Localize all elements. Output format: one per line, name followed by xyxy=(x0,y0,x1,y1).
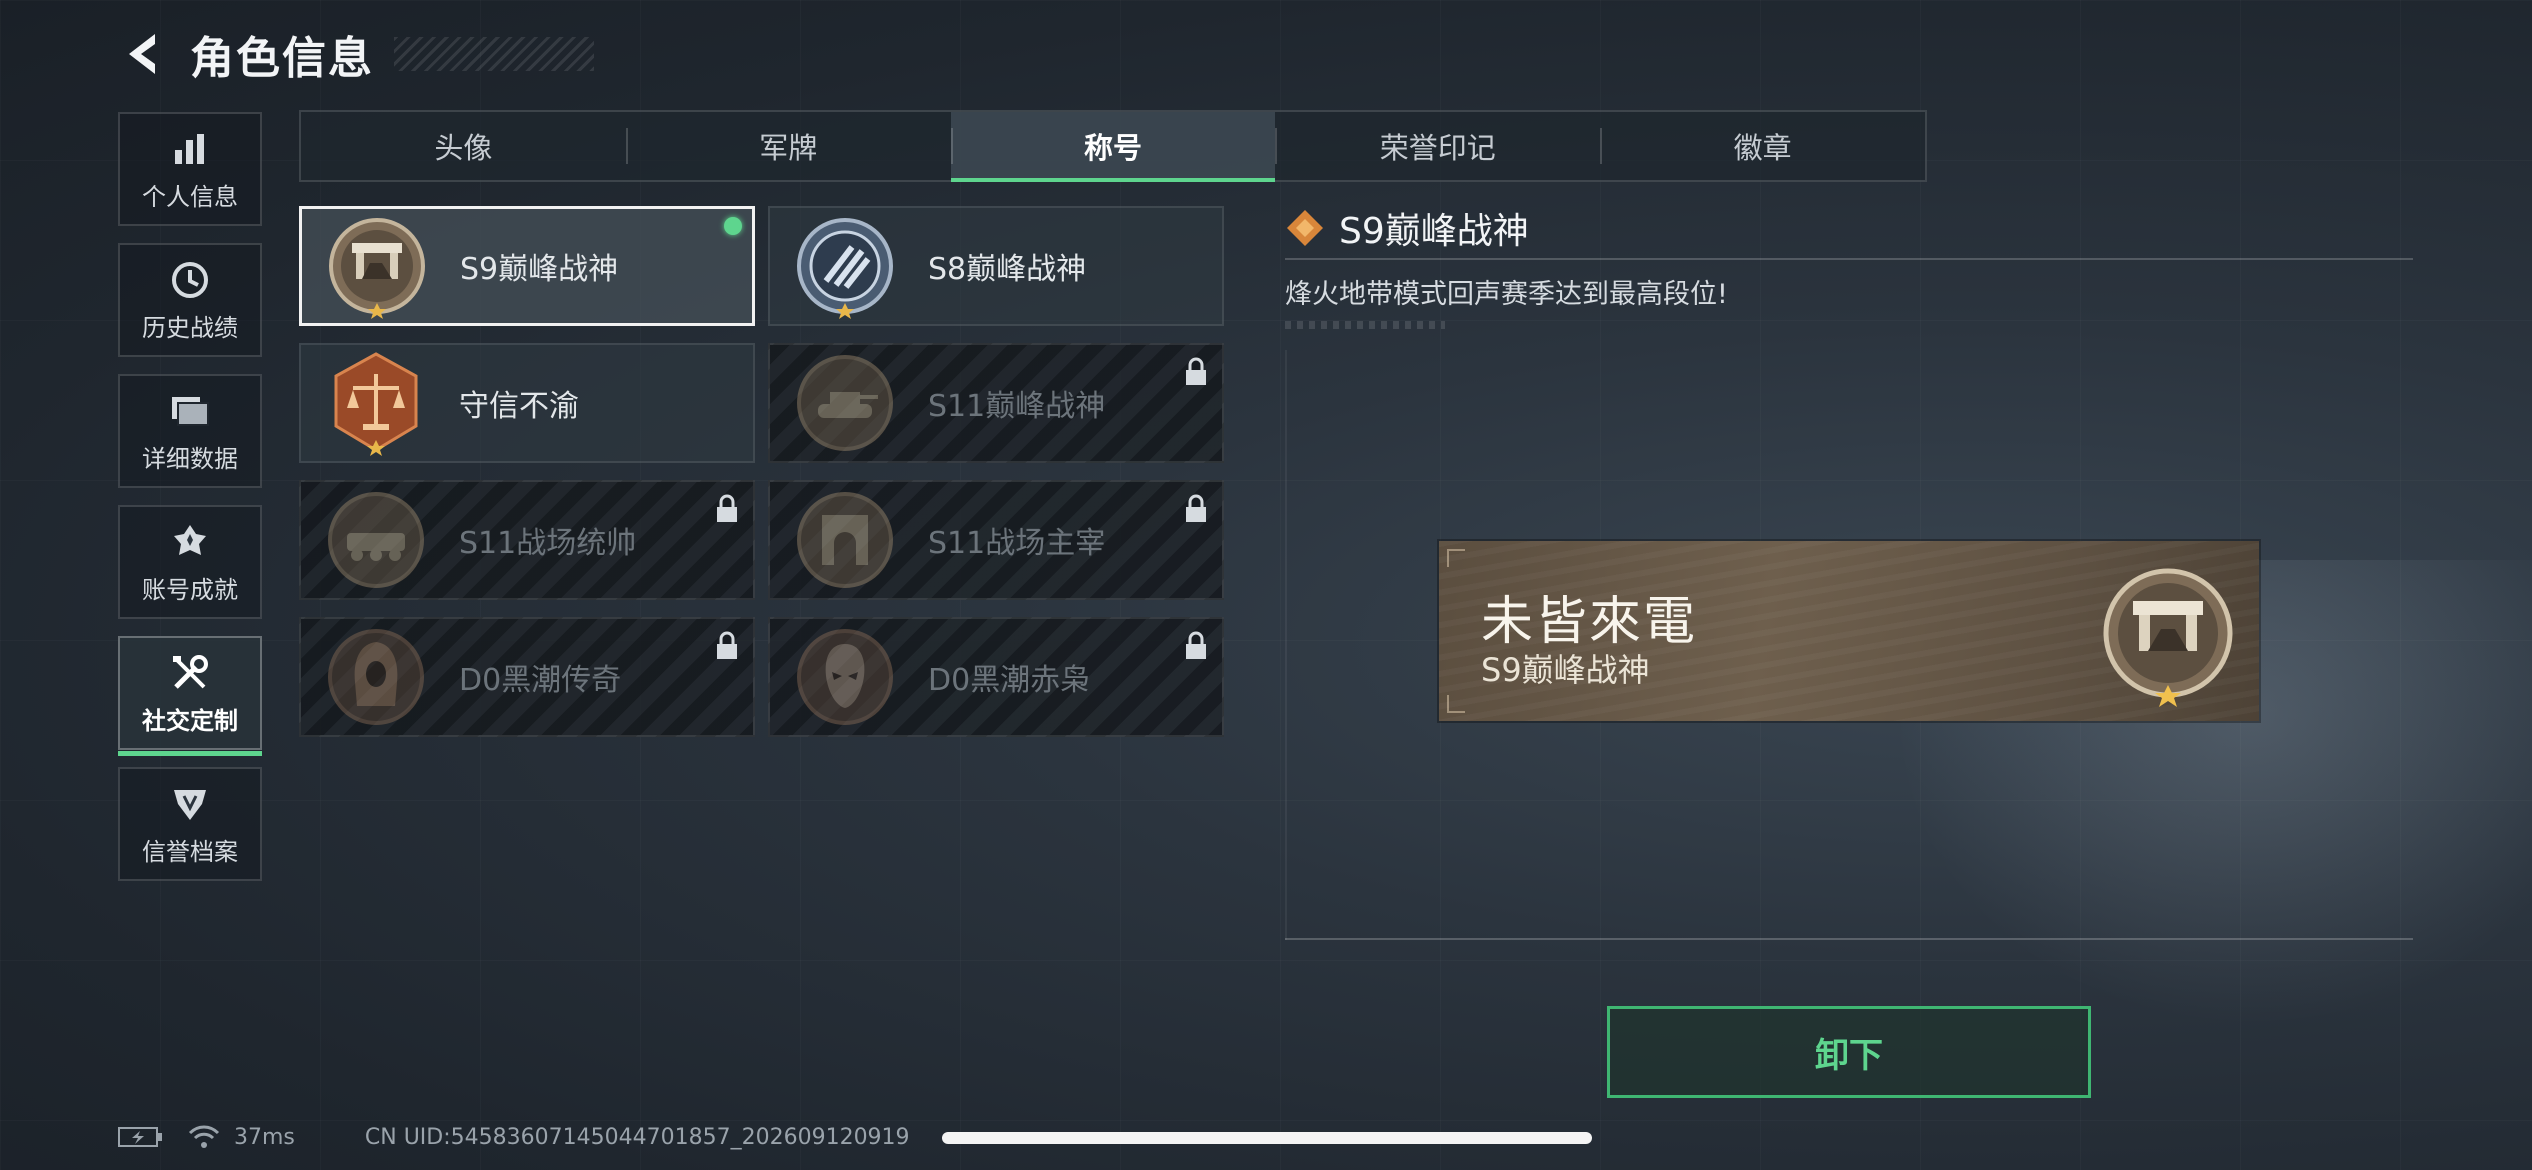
status-bar: 37ms CN UID:545836071450447018​57_202609… xyxy=(118,1120,910,1154)
title-name: S11战场主宰 xyxy=(928,526,1106,561)
sidebar-item-social-custom[interactable]: 社交定制 xyxy=(118,636,262,756)
corner-mark xyxy=(1447,695,1465,713)
sidebar-item-label: 历史战绩 xyxy=(142,313,238,342)
title-name: S9巅峰战神 xyxy=(460,252,619,287)
sidebar-item-personal-info[interactable]: 个人信息 xyxy=(118,112,262,226)
tab-avatar[interactable]: 头像 xyxy=(301,112,626,180)
sidebar-item-label: 社交定制 xyxy=(142,706,238,735)
title-detail-panel: S9巅峰战神 烽火地带模式回声赛季达到最高段位! xyxy=(1285,200,2413,329)
page-header: 角色信息 xyxy=(118,22,594,86)
detail-header: S9巅峰战神 xyxy=(1285,200,2413,256)
achievement-icon xyxy=(168,520,212,564)
back-button[interactable] xyxy=(118,26,168,82)
back-arrow-icon xyxy=(129,34,155,74)
sidebar-item-detailed-data[interactable]: 详细数据 xyxy=(118,374,262,488)
tab-honor-mark[interactable]: 荣誉印记 xyxy=(1275,112,1600,180)
unequip-button[interactable]: 卸下 xyxy=(1607,1006,2091,1098)
emblem-icon xyxy=(168,782,212,826)
title-name: D0黑潮赤枭 xyxy=(928,663,1091,698)
arch-medal-icon xyxy=(797,492,893,588)
lock-icon xyxy=(717,631,737,659)
clock-icon xyxy=(168,258,212,302)
diamond-icon xyxy=(1287,210,1323,246)
ping-value: 37ms xyxy=(234,1124,295,1150)
lock-icon xyxy=(1186,357,1206,385)
apc-medal-icon xyxy=(328,492,424,588)
tab-badge[interactable]: 徽章 xyxy=(1600,112,1925,180)
player-uid: CN UID:545836071450447018​57_20260912091… xyxy=(364,1124,910,1150)
skull-mask-medal-icon xyxy=(797,629,893,725)
equipped-indicator xyxy=(724,217,742,235)
page-title: 角色信息 xyxy=(190,33,374,84)
lock-icon xyxy=(1186,631,1206,659)
title-card[interactable]: S8巅峰战神 xyxy=(768,206,1224,326)
bar-chart-icon xyxy=(168,127,212,171)
title-name: S11巅峰战神 xyxy=(928,389,1106,424)
title-name: S8巅峰战神 xyxy=(928,252,1087,287)
title-card[interactable]: S9巅峰战神 xyxy=(299,206,755,326)
sidebar-item-label: 详细数据 xyxy=(142,444,238,473)
decorative-dashes xyxy=(1285,321,1445,329)
battery-icon xyxy=(118,1127,162,1147)
tank-medal-icon xyxy=(797,355,893,451)
sidebar-item-achievements[interactable]: 账号成就 xyxy=(118,505,262,619)
title-card[interactable]: 守信不渝 xyxy=(299,343,755,463)
folder-icon xyxy=(168,389,212,433)
title-card[interactable]: S11战场主宰 xyxy=(768,480,1224,600)
hooded-figure-medal-icon xyxy=(328,629,424,725)
title-decoration xyxy=(394,37,594,71)
blue-crest-medal-icon xyxy=(797,218,893,319)
tab-bar: 头像 军牌 称号 荣誉印记 徽章 xyxy=(299,110,1927,182)
title-name: D0黑潮传奇 xyxy=(459,663,622,698)
title-name: S11战场统帅 xyxy=(459,526,637,561)
nameplate-preview: 未皆來電 S9巅峰战神 xyxy=(1439,541,2259,721)
sidebar: 个人信息 历史战绩 详细数据 账号成就 社交定制 信誉档案 xyxy=(118,112,266,898)
divider xyxy=(1285,258,2413,260)
sidebar-item-label: 账号成就 xyxy=(142,575,238,604)
scales-medal-icon xyxy=(334,352,418,456)
sidebar-item-label: 信誉档案 xyxy=(142,837,238,866)
monument-medal-icon xyxy=(329,218,425,319)
title-card[interactable]: S11战场统帅 xyxy=(299,480,755,600)
title-card[interactable]: D0黑潮赤枭 xyxy=(768,617,1224,737)
tools-icon xyxy=(168,651,212,695)
detail-title: S9巅峰战神 xyxy=(1339,211,1529,252)
lock-icon xyxy=(717,494,737,522)
tab-dog-tag[interactable]: 军牌 xyxy=(625,112,951,180)
title-card[interactable]: S11巅峰战神 xyxy=(768,343,1224,463)
detail-description: 烽火地带模式回声赛季达到最高段位! xyxy=(1285,279,1728,310)
sidebar-item-label: 个人信息 xyxy=(142,182,238,211)
tab-title[interactable]: 称号 xyxy=(950,112,1276,182)
lock-icon xyxy=(1186,494,1206,522)
home-indicator[interactable] xyxy=(942,1132,1592,1144)
corner-mark xyxy=(1447,549,1465,567)
nameplate-title: S9巅峰战神 xyxy=(1481,651,1650,689)
wifi-icon xyxy=(188,1125,220,1148)
sidebar-item-credit-file[interactable]: 信誉档案 xyxy=(118,767,262,881)
monument-medal-icon xyxy=(2103,568,2233,707)
title-card[interactable]: D0黑潮传奇 xyxy=(299,617,755,737)
player-name: 未皆來電 xyxy=(1481,592,1698,652)
divider xyxy=(1285,938,2413,940)
sidebar-item-history[interactable]: 历史战绩 xyxy=(118,243,262,357)
title-name: 守信不渝 xyxy=(459,389,579,424)
